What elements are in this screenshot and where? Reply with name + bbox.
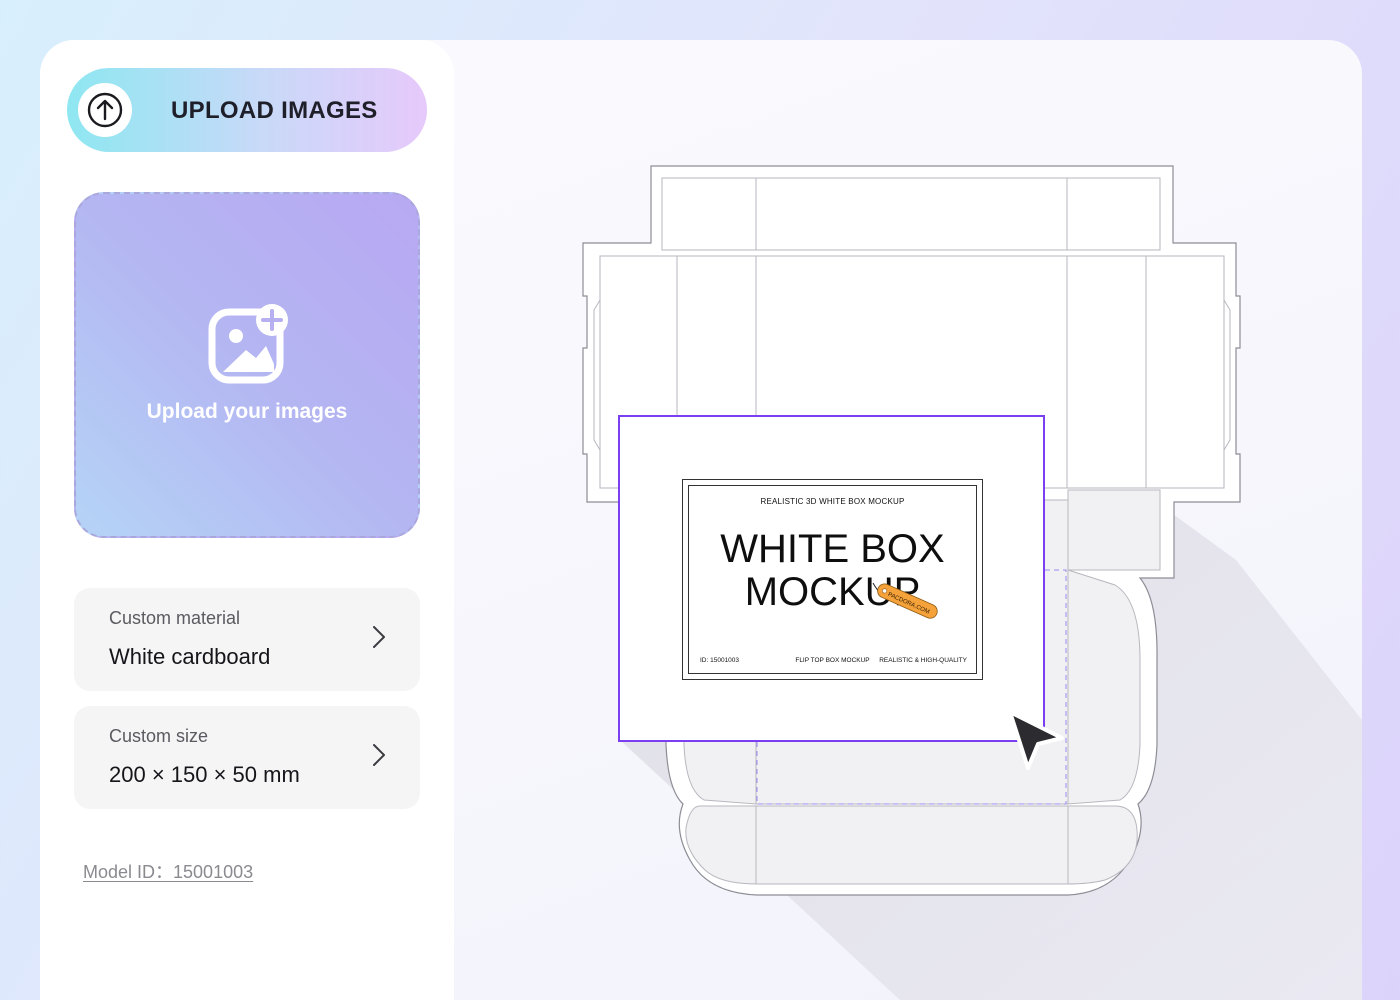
pointer-cursor-icon xyxy=(1008,710,1064,770)
label-footer-right: REALISTIC & HIGH-QUALITY xyxy=(879,657,967,664)
bottom-panel xyxy=(685,805,1138,885)
material-value: White cardboard xyxy=(109,644,271,669)
custom-size-selector[interactable]: Custom size 200 × 150 × 50 mm xyxy=(74,706,420,809)
dropzone-text: Upload your images xyxy=(146,400,348,423)
upload-icon-circle xyxy=(78,83,132,137)
size-value: 200 × 150 × 50 mm xyxy=(109,762,300,787)
upload-button-label: UPLOAD IMAGES xyxy=(171,97,378,124)
add-image-icon xyxy=(208,304,288,384)
chevron-right-icon xyxy=(373,626,385,648)
label-subtitle: REALISTIC 3D WHITE BOX MOCKUP xyxy=(760,497,905,506)
brand-tag-icon: PACDORA.COM xyxy=(872,582,938,619)
arrow-up-circle-icon xyxy=(87,92,123,128)
model-id-link[interactable]: Model ID：15001003 xyxy=(83,858,253,884)
artwork-preview[interactable]: REALISTIC 3D WHITE BOX MOCKUP WHITE BOX … xyxy=(618,415,1045,742)
chevron-right-icon xyxy=(373,744,385,766)
material-label: Custom material xyxy=(109,608,241,628)
size-label: Custom size xyxy=(109,726,209,746)
custom-material-selector[interactable]: Custom material White cardboard xyxy=(74,588,420,691)
label-frame: REALISTIC 3D WHITE BOX MOCKUP WHITE BOX … xyxy=(682,479,983,680)
image-dropzone[interactable]: Upload your images xyxy=(74,192,420,538)
upload-images-button[interactable]: UPLOAD IMAGES xyxy=(67,68,427,152)
